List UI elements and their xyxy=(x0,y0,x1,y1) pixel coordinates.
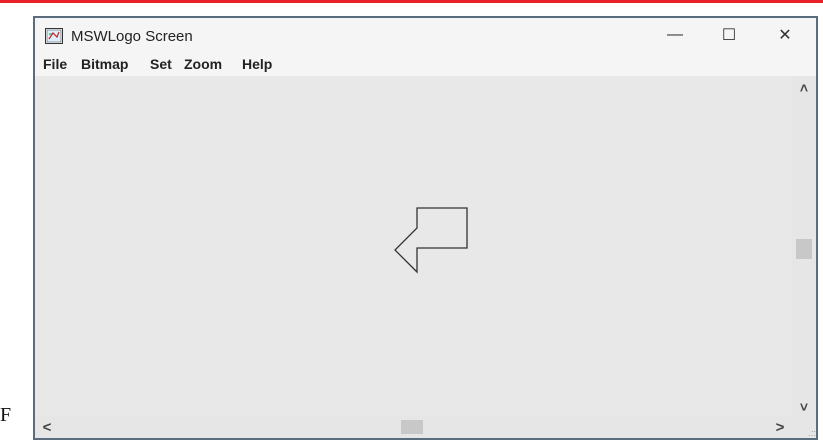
chevron-left-icon: < xyxy=(42,418,52,436)
scroll-right-button[interactable]: > xyxy=(770,416,790,438)
minimize-button[interactable]: — xyxy=(652,18,698,52)
turtle-arrow-icon xyxy=(394,207,468,274)
drawing-canvas[interactable] xyxy=(35,76,792,419)
menu-file[interactable]: File xyxy=(43,56,67,72)
chevron-down-icon: ˅ xyxy=(799,399,809,415)
scroll-down-button[interactable]: ˅ xyxy=(792,397,816,417)
maximize-icon: ☐ xyxy=(721,27,737,44)
horizontal-scrollbar[interactable]: < > xyxy=(35,416,792,438)
top-red-rule xyxy=(0,0,823,3)
close-button[interactable]: ✕ xyxy=(762,18,808,52)
mswlogo-window: MSWLogo Screen — ☐ ✕ File Bitmap Set Zoo… xyxy=(33,16,818,440)
mswlogo-app-icon xyxy=(45,28,63,44)
menu-set[interactable]: Set xyxy=(150,56,172,72)
resize-grip-icon: .:: xyxy=(808,428,816,438)
maximize-button[interactable]: ☐ xyxy=(706,18,752,52)
scroll-up-button[interactable]: ˄ xyxy=(792,78,816,98)
menu-help[interactable]: Help xyxy=(242,56,272,72)
resize-grip[interactable]: .:: xyxy=(792,416,816,438)
minimize-icon: — xyxy=(667,26,683,43)
menu-bitmap[interactable]: Bitmap xyxy=(81,56,128,72)
close-icon: ✕ xyxy=(778,27,792,44)
stray-letter: F xyxy=(0,404,12,426)
chevron-up-icon: ˄ xyxy=(799,80,809,96)
page: F MSWLogo Screen — ☐ ✕ File Bitmap Set Z… xyxy=(0,0,823,448)
menu-bar: File Bitmap Set Zoom Help xyxy=(35,54,816,76)
vertical-scrollbar[interactable]: ˄ ˅ xyxy=(792,76,816,419)
menu-zoom[interactable]: Zoom xyxy=(184,56,222,72)
title-bar[interactable]: MSWLogo Screen — ☐ ✕ xyxy=(35,18,816,54)
chevron-right-icon: > xyxy=(775,418,785,436)
vertical-scroll-thumb[interactable] xyxy=(796,239,812,259)
horizontal-scroll-thumb[interactable] xyxy=(401,420,423,434)
window-title: MSWLogo Screen xyxy=(71,28,193,45)
scroll-left-button[interactable]: < xyxy=(37,416,57,438)
